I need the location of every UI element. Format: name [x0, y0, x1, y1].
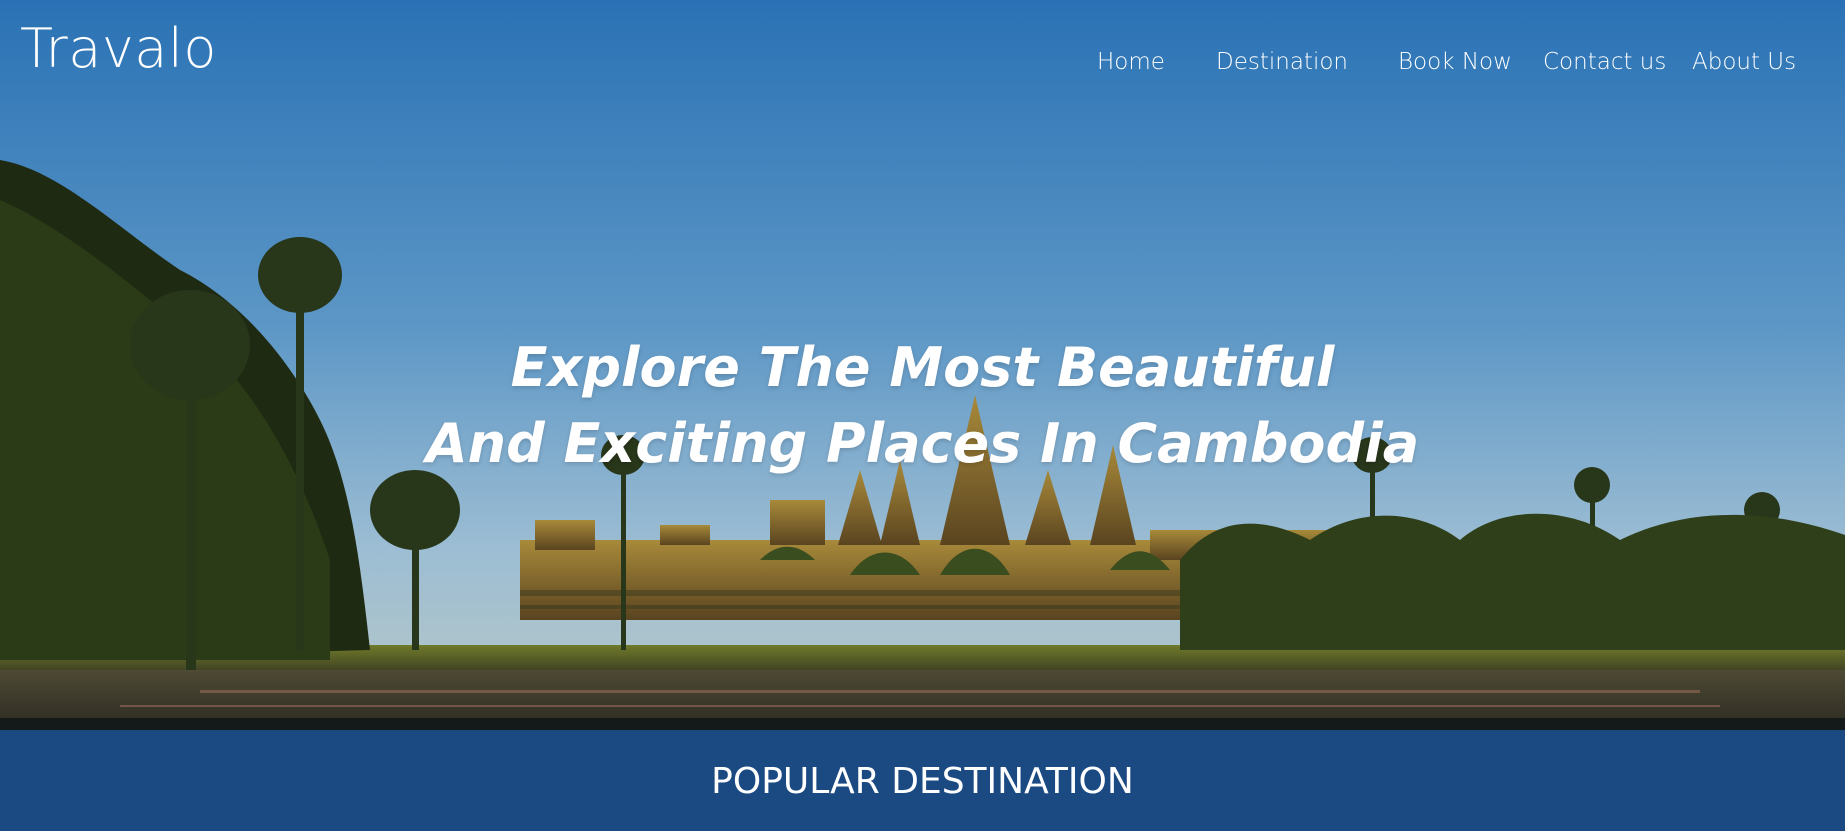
nav-destination-link[interactable]: Destination — [1216, 46, 1348, 78]
section-title: POPULAR DESTINATION — [711, 761, 1134, 802]
nav-home-link[interactable]: Home — [1097, 46, 1165, 78]
nav-contact-us-link[interactable]: Contact us — [1543, 46, 1666, 78]
hero-heading-line-1: Explore The Most Beautiful — [510, 336, 1335, 399]
hero-heading: Explore The Most Beautiful And Exciting … — [0, 330, 1845, 482]
nav-book-now-link[interactable]: Book Now — [1398, 46, 1512, 78]
popular-destination-section: POPULAR DESTINATION — [0, 730, 1845, 831]
hero-heading-line-2: And Exciting Places In Cambodia — [425, 412, 1420, 475]
nav-about-us-link[interactable]: About Us — [1692, 46, 1796, 78]
hero-section: Travalo Home Destination Book Now Contac… — [0, 0, 1845, 730]
main-nav: Home Destination Book Now Contact us Abo… — [0, 46, 1845, 78]
page: Travalo Home Destination Book Now Contac… — [0, 0, 1845, 831]
